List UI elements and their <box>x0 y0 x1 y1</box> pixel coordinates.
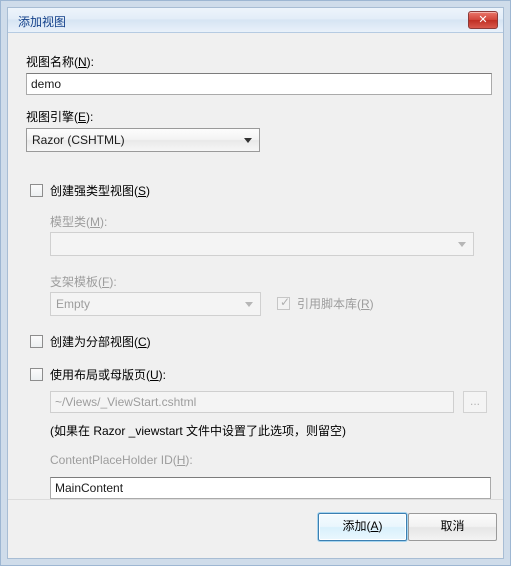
content-placeholder-id-label: ContentPlaceHolder ID(H): <box>50 453 193 467</box>
dialog-footer: 添加(A) 取消 <box>8 499 503 558</box>
content-placeholder-id-input[interactable]: MainContent <box>50 477 491 499</box>
reference-script-libraries-label: 引用脚本库(R) <box>297 297 374 311</box>
view-engine-label: 视图引擎(E): <box>26 110 94 124</box>
close-icon[interactable]: ✕ <box>468 11 498 29</box>
view-name-input[interactable]: demo <box>26 73 492 95</box>
add-view-dialog: 添加视图 ✕ 视图名称(N): demo 视图引擎(E): Razor (CSH… <box>0 0 511 566</box>
create-partial-view-checkbox[interactable]: 创建为分部视图(C) <box>30 333 151 350</box>
scaffold-template-select[interactable]: Empty <box>50 292 261 316</box>
check-icon: ✓ <box>280 295 291 309</box>
reference-script-libraries-checkbox[interactable]: ✓ 引用脚本库(R) <box>277 295 374 312</box>
dialog-content: 视图名称(N): demo 视图引擎(E): Razor (CSHTML) 创建… <box>8 33 503 500</box>
view-engine-value: Razor (CSHTML) <box>32 133 125 147</box>
browse-layout-button[interactable]: ... <box>463 391 487 413</box>
scaffold-template-label: 支架模板(F): <box>50 275 117 289</box>
layout-path-input[interactable]: ~/Views/_ViewStart.cshtml <box>50 391 454 413</box>
chevron-down-icon <box>458 242 466 247</box>
add-button[interactable]: 添加(A) <box>318 513 407 541</box>
checkbox-box <box>30 335 43 348</box>
checkbox-box <box>30 184 43 197</box>
checkbox-box: ✓ <box>277 295 291 310</box>
dialog-inner: 添加视图 ✕ 视图名称(N): demo 视图引擎(E): Razor (CSH… <box>7 7 504 559</box>
chevron-down-icon <box>245 302 253 307</box>
model-class-label: 模型类(M): <box>50 215 108 229</box>
scaffold-template-value: Empty <box>56 297 91 311</box>
view-name-label: 视图名称(N): <box>26 55 95 69</box>
view-engine-select[interactable]: Razor (CSHTML) <box>26 128 260 152</box>
strongly-typed-view-label: 创建强类型视图(S) <box>50 184 151 198</box>
use-layout-page-checkbox[interactable]: 使用布局或母版页(U): <box>30 366 166 383</box>
strongly-typed-view-checkbox[interactable]: 创建强类型视图(S) <box>30 182 150 199</box>
cancel-button[interactable]: 取消 <box>408 513 497 541</box>
model-class-select[interactable] <box>50 232 474 256</box>
checkbox-box <box>30 368 43 381</box>
create-partial-view-label: 创建为分部视图(C) <box>50 335 151 349</box>
chevron-down-icon <box>244 138 252 143</box>
layout-hint-text: (如果在 Razor _viewstart 文件中设置了此选项，则留空) <box>50 424 347 438</box>
title-bar: 添加视图 ✕ <box>8 8 503 33</box>
dialog-title: 添加视图 <box>18 15 67 29</box>
use-layout-page-label: 使用布局或母版页(U): <box>50 368 167 382</box>
